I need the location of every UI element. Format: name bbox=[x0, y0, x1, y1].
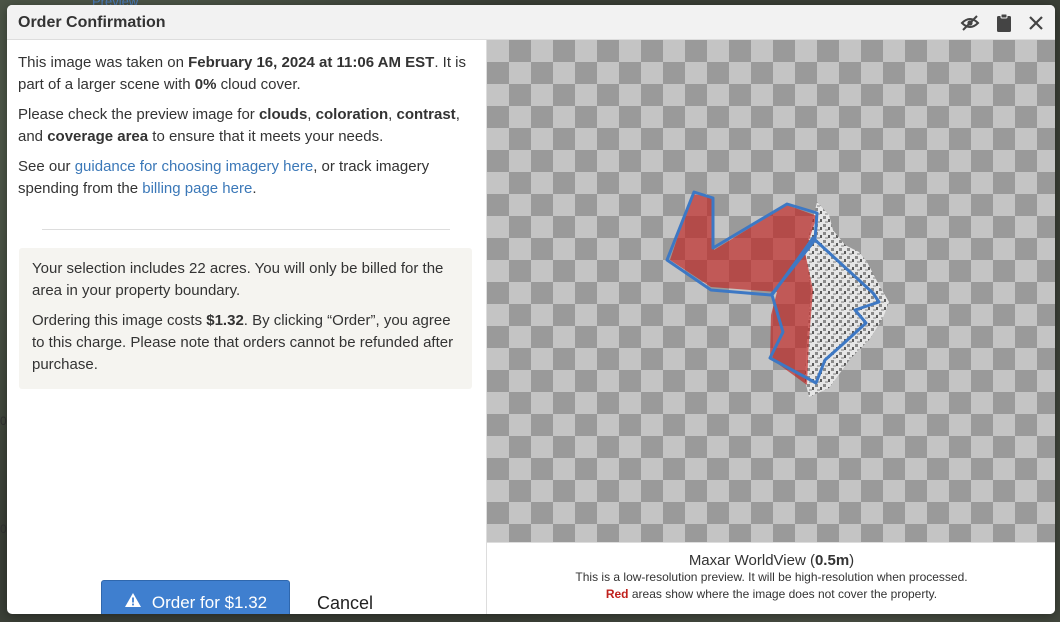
billing-notice: Your selection includes 22 acres. You wi… bbox=[19, 248, 472, 389]
background-edge-text: 0 bbox=[0, 414, 7, 428]
cost-notice-text: Ordering this image costs $1.32. By clic… bbox=[32, 312, 454, 373]
imagery-preview-pane: Maxar WorldView (0.5m) This is a low-res… bbox=[486, 40, 1055, 614]
order-details-pane: This image was taken on February 16, 202… bbox=[7, 40, 486, 614]
selection-acres-text: Your selection includes 22 acres. You wi… bbox=[32, 260, 444, 299]
provider-label: Maxar WorldView (0.5m) bbox=[688, 552, 855, 569]
guidance-paragraph: See our guidance for choosing imagery he… bbox=[18, 158, 430, 197]
eye-slash-icon[interactable] bbox=[960, 13, 980, 33]
preview-caption: Maxar WorldView (0.5m) This is a low-res… bbox=[487, 542, 1055, 614]
capture-date: February 16, 2024 at 11:06 AM EST bbox=[188, 54, 435, 71]
red-area-note: Red areas show where the image does not … bbox=[605, 587, 938, 601]
modal-header: Order Confirmation bbox=[7, 5, 1055, 40]
capture-info-paragraph: This image was taken on February 16, 202… bbox=[18, 54, 466, 93]
uncovered-area-red bbox=[670, 194, 817, 385]
billing-page-link[interactable]: billing page here bbox=[142, 180, 252, 197]
modal-title: Order Confirmation bbox=[18, 14, 166, 31]
order-button[interactable]: Order for $1.32 bbox=[101, 580, 290, 614]
close-icon[interactable] bbox=[1026, 13, 1046, 33]
warning-icon bbox=[124, 592, 142, 613]
check-preview-paragraph: Please check the preview image for cloud… bbox=[18, 106, 460, 145]
order-button-label: Order for $1.32 bbox=[151, 592, 268, 612]
imagery-preview bbox=[487, 40, 1055, 542]
resolution-value: 0.5m bbox=[814, 552, 850, 569]
clipboard-icon[interactable] bbox=[994, 13, 1014, 33]
background-edge-text: 0 bbox=[0, 522, 7, 536]
image-info: This image was taken on February 16, 202… bbox=[18, 52, 478, 200]
cloud-cover-value: 0% bbox=[194, 76, 217, 93]
guidance-link[interactable]: guidance for choosing imagery here bbox=[75, 158, 313, 175]
order-confirmation-modal: Order Confirmation This image was taken … bbox=[7, 5, 1055, 614]
cost-value: $1.32 bbox=[206, 312, 244, 329]
low-res-note: This is a low-resolution preview. It wil… bbox=[575, 570, 968, 584]
section-divider bbox=[42, 229, 450, 230]
cancel-button[interactable]: Cancel bbox=[307, 588, 383, 614]
